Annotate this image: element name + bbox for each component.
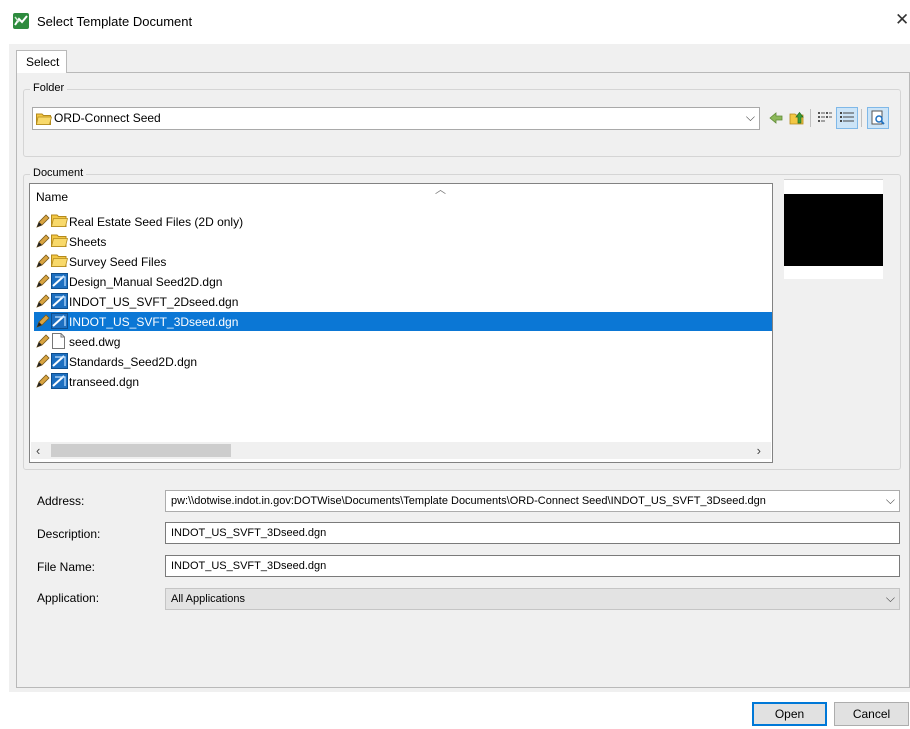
dgn-file-icon	[51, 373, 68, 392]
pencil-icon	[36, 294, 50, 311]
folder-combo[interactable]: ORD-Connect Seed ⌵	[32, 107, 760, 130]
list-item-label: INDOT_US_SVFT_2Dseed.dgn	[69, 295, 239, 309]
dgn-file-icon	[51, 273, 68, 292]
list-item[interactable]: Survey Seed Files	[34, 252, 772, 271]
scroll-left-icon[interactable]: ‹	[36, 443, 40, 458]
filename-field[interactable]: INDOT_US_SVFT_3Dseed.dgn	[165, 555, 900, 577]
details-view-icon[interactable]	[836, 107, 858, 129]
pencil-icon	[36, 314, 50, 331]
toolbar-separator	[810, 109, 811, 127]
pencil-icon	[36, 274, 50, 291]
list-item[interactable]: INDOT_US_SVFT_2Dseed.dgn	[34, 292, 772, 311]
address-label: Address:	[37, 494, 85, 508]
column-header-name[interactable]: Name	[36, 190, 68, 204]
chevron-down-icon[interactable]: ⌵	[746, 110, 755, 125]
horizontal-scrollbar[interactable]: ‹ ›	[31, 442, 771, 459]
preview-icon[interactable]	[867, 107, 889, 129]
close-icon[interactable]: ✕	[895, 10, 909, 30]
chevron-down-icon[interactable]: ⌵	[886, 591, 895, 606]
folder-group-label: Folder	[30, 82, 68, 94]
description-field[interactable]: INDOT_US_SVFT_3Dseed.dgn	[165, 522, 900, 544]
address-combo[interactable]: pw:\\dotwise.indot.in.gov:DOTWise\Docume…	[165, 490, 900, 512]
application-label: Application:	[37, 591, 100, 605]
pencil-icon	[36, 354, 50, 371]
filename-label: File Name:	[37, 560, 96, 574]
application-value: All Applications	[171, 593, 245, 605]
dialog-body: Select Folder ORD-Connect Seed ⌵ Documen…	[9, 44, 910, 726]
tab-page: Folder ORD-Connect Seed ⌵ Document Name …	[16, 72, 910, 688]
folder-icon	[50, 233, 69, 250]
dgn-file-icon	[51, 293, 68, 312]
list-item-label: transeed.dgn	[69, 375, 140, 389]
description-value: INDOT_US_SVFT_3Dseed.dgn	[171, 527, 327, 539]
application-combo[interactable]: All Applications ⌵	[165, 588, 900, 610]
list-item[interactable]: Design_Manual Seed2D.dgn	[34, 272, 772, 291]
scroll-thumb[interactable]	[51, 444, 231, 457]
list-item[interactable]: Standards_Seed2D.dgn	[34, 352, 772, 371]
folder-icon	[36, 112, 53, 128]
list-item[interactable]: Real Estate Seed Files (2D only)	[34, 212, 772, 231]
description-label: Description:	[37, 527, 101, 541]
up-folder-icon[interactable]	[786, 107, 808, 129]
pencil-icon	[36, 234, 50, 251]
cancel-button[interactable]: Cancel	[834, 702, 909, 726]
list-item-label: Survey Seed Files	[69, 255, 167, 269]
pencil-icon	[36, 374, 50, 391]
preview-pane	[784, 179, 883, 279]
toolbar-separator	[861, 109, 862, 127]
list-item-label: INDOT_US_SVFT_3Dseed.dgn	[69, 315, 239, 329]
list-item-label: seed.dwg	[69, 335, 121, 349]
folder-group: Folder ORD-Connect Seed ⌵	[23, 82, 901, 157]
address-value: pw:\\dotwise.indot.in.gov:DOTWise\Docume…	[171, 495, 766, 507]
sort-caret-icon: ︿	[435, 184, 446, 196]
document-group: Document Name ︿ Real Estate Seed Files (…	[23, 167, 901, 470]
dwg-file-icon	[51, 333, 66, 352]
window-title: Select Template Document	[37, 14, 193, 29]
document-group-label: Document	[30, 167, 87, 179]
pencil-icon	[36, 254, 50, 271]
list-item[interactable]: INDOT_US_SVFT_3Dseed.dgn	[34, 312, 772, 331]
filename-value: INDOT_US_SVFT_3Dseed.dgn	[171, 560, 327, 572]
preview-image	[784, 194, 883, 266]
dgn-file-icon	[51, 313, 68, 332]
title-bar: Select Template Document ✕	[0, 0, 910, 44]
scroll-right-icon[interactable]: ›	[757, 443, 761, 458]
chevron-down-icon[interactable]: ⌵	[886, 493, 895, 508]
tab-select[interactable]: Select	[16, 50, 67, 73]
folder-icon	[50, 253, 69, 270]
folder-icon	[50, 213, 69, 230]
pencil-icon	[36, 214, 50, 231]
dgn-file-icon	[51, 353, 68, 372]
list-item-label: Design_Manual Seed2D.dgn	[69, 275, 223, 289]
list-item[interactable]: seed.dwg	[34, 332, 772, 351]
list-item-label: Standards_Seed2D.dgn	[69, 355, 198, 369]
list-item-label: Real Estate Seed Files (2D only)	[69, 215, 244, 229]
app-icon	[13, 13, 29, 29]
list-item-label: Sheets	[69, 235, 107, 249]
tab-select-label: Select	[26, 55, 60, 69]
back-arrow-icon[interactable]	[765, 107, 787, 129]
list-item[interactable]: Sheets	[34, 232, 772, 251]
folder-combo-value: ORD-Connect Seed	[54, 111, 161, 125]
document-list[interactable]: Name ︿ Real Estate Seed Files (2D only) S…	[29, 183, 773, 463]
list-view-icon[interactable]	[814, 107, 836, 129]
open-button[interactable]: Open	[752, 702, 827, 726]
pencil-icon	[36, 334, 50, 351]
list-item[interactable]: transeed.dgn	[34, 372, 772, 391]
